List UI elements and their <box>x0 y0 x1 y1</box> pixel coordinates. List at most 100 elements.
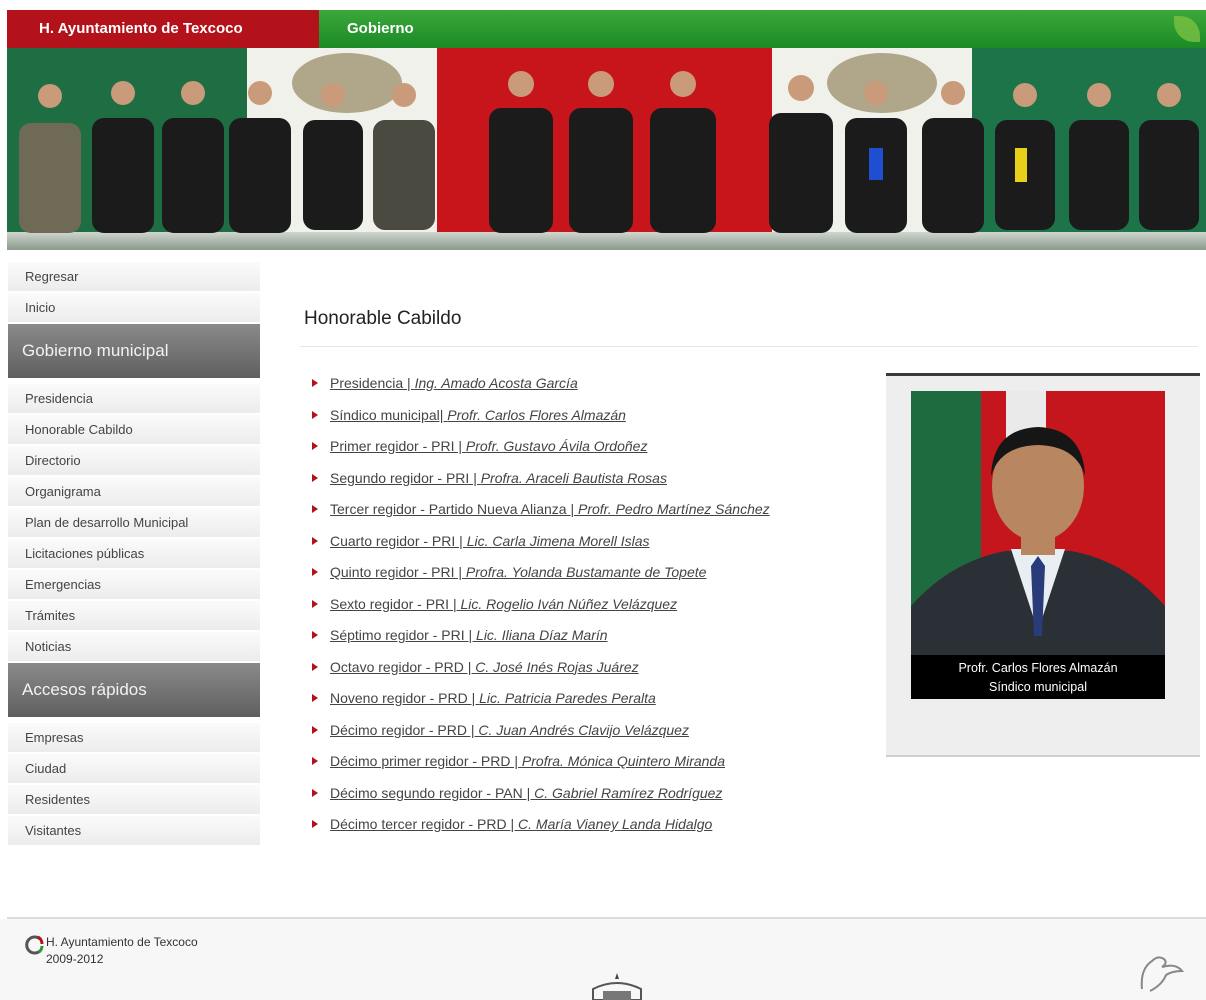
member-name: C. Gabriel Ramírez Rodríguez <box>534 784 723 801</box>
cabildo-member-link[interactable]: Séptimo regidor - PRI | Lic. Iliana Díaz… <box>330 627 608 643</box>
leaf-decoration <box>1174 16 1200 42</box>
bullet-arrow-icon <box>312 662 318 671</box>
member-name: C. José Inés Rojas Juárez <box>475 658 639 675</box>
sidebar-item-noticias[interactable]: Noticias <box>8 632 260 662</box>
member-role: Séptimo regidor - PRI | <box>330 627 477 643</box>
featured-photo-panel: Profr. Carlos Flores Almazán Síndico mun… <box>886 373 1200 757</box>
sidebar-item-visitantes[interactable]: Visitantes <box>8 816 260 846</box>
member-name: C. Juan Andrés Clavijo Velázquez <box>478 721 689 738</box>
title-divider <box>300 346 1198 347</box>
bullet-arrow-icon <box>312 410 318 419</box>
council-group-photo <box>7 48 1206 250</box>
member-role: Síndico municipal| <box>330 406 448 423</box>
sidebar-item-honorable-cabildo[interactable]: Honorable Cabildo <box>8 415 260 445</box>
cabildo-member-item: Tercer regidor - Partido Nueva Alianza |… <box>310 501 770 533</box>
cabildo-member-item: Décimo primer regidor - PRD | Profra. Mó… <box>310 753 770 785</box>
bullet-arrow-icon <box>312 631 318 639</box>
caption-name: Profr. Carlos Flores Almazán <box>958 661 1118 675</box>
cabildo-member-item: Décimo segundo regidor - PAN | C. Gabrie… <box>310 785 770 817</box>
sidebar-item-ciudad[interactable]: Ciudad <box>8 754 260 784</box>
cabildo-member-item: Síndico municipal| Profr. Carlos Flores … <box>310 407 770 439</box>
cabildo-member-link[interactable]: Sexto regidor - PRI | Lic. Rogelio Iván … <box>330 596 677 612</box>
sidebar-nav: Regresar Inicio Gobierno municipal Presi… <box>8 262 260 847</box>
cabildo-member-item: Sexto regidor - PRI | Lic. Rogelio Iván … <box>310 596 770 628</box>
member-name: C. María Vianey Landa Hidalgo <box>518 816 713 832</box>
bullet-arrow-icon <box>312 568 318 576</box>
bullet-arrow-icon <box>312 694 318 702</box>
cabildo-member-item: Décimo regidor - PRD | C. Juan Andrés Cl… <box>310 722 770 754</box>
sidebar-item-residentes[interactable]: Residentes <box>8 785 260 815</box>
top-bar: H. Ayuntamiento de Texcoco Gobierno <box>7 10 1206 48</box>
cabildo-member-item: Primer regidor - PRI | Profr. Gustavo Áv… <box>310 438 770 470</box>
footer-years: 2009-2012 <box>46 952 104 966</box>
sidebar-item-directorio[interactable]: Directorio <box>8 446 260 476</box>
sidebar-group-title-accesos: Accesos rápidos <box>8 663 260 717</box>
member-role: Presidencia | <box>330 375 415 391</box>
portrait-image <box>911 391 1165 699</box>
sidebar-item-inicio[interactable]: Inicio <box>8 293 260 323</box>
member-name: Profra. Mónica Quintero Miranda <box>521 753 725 769</box>
cabildo-member-link[interactable]: Segundo regidor - PRI | Profra. Araceli … <box>330 470 667 486</box>
site-title-link[interactable]: H. Ayuntamiento de Texcoco <box>7 10 319 48</box>
member-role: Tercer regidor - Partido Nueva Alianza | <box>330 501 578 517</box>
cabildo-member-item: Cuarto regidor - PRI | Lic. Carla Jimena… <box>310 533 770 565</box>
cabildo-member-link[interactable]: Octavo regidor - PRD | C. José Inés Roja… <box>330 659 639 675</box>
sidebar-group-title-gobierno: Gobierno municipal <box>8 324 260 378</box>
bullet-arrow-icon <box>312 473 318 482</box>
cabildo-member-item: Presidencia | Ing. Amado Acosta García <box>310 375 770 407</box>
sidebar-item-emergencias[interactable]: Emergencias <box>8 570 260 600</box>
cabildo-member-item: Octavo regidor - PRD | C. José Inés Roja… <box>310 659 770 691</box>
footer-org: H. Ayuntamiento de Texcoco <box>46 935 198 949</box>
cabildo-member-link[interactable]: Síndico municipal| Profr. Carlos Flores … <box>330 407 626 423</box>
cabildo-member-item: Quinto regidor - PRI | Profra. Yolanda B… <box>310 564 770 596</box>
bullet-arrow-icon <box>312 599 318 608</box>
portrait-caption: Profr. Carlos Flores Almazán Síndico mun… <box>911 655 1165 699</box>
member-name: Profr. Pedro Martínez Sánchez <box>577 501 770 517</box>
member-name: Lic. Rogelio Iván Núñez Velázquez <box>460 595 678 612</box>
member-role: Sexto regidor - PRI | <box>330 595 461 612</box>
sindico-portrait: Profr. Carlos Flores Almazán Síndico mun… <box>911 391 1165 699</box>
page-title: Honorable Cabildo <box>304 308 462 329</box>
member-role: Décimo tercer regidor - PRD | <box>330 816 519 832</box>
sidebar-item-organigrama[interactable]: Organigrama <box>8 477 260 507</box>
sidebar-item-plan-desarrollo[interactable]: Plan de desarrollo Municipal <box>8 508 260 538</box>
cabildo-member-link[interactable]: Primer regidor - PRI | Profr. Gustavo Áv… <box>330 438 647 454</box>
cabildo-member-link[interactable]: Cuarto regidor - PRI | Lic. Carla Jimena… <box>330 533 650 549</box>
member-name: Lic. Carla Jimena Morell Islas <box>466 532 650 549</box>
cabildo-member-link[interactable]: Quinto regidor - PRI | Profra. Yolanda B… <box>330 564 706 580</box>
section-title[interactable]: Gobierno <box>347 20 414 37</box>
member-name: Profr. Carlos Flores Almazán <box>447 406 626 423</box>
sidebar-item-licitaciones[interactable]: Licitaciones públicas <box>8 539 260 569</box>
sidebar-item-tramites[interactable]: Trámites <box>8 601 260 631</box>
cabildo-member-link[interactable]: Décimo tercer regidor - PRD | C. María V… <box>330 816 712 832</box>
bullet-arrow-icon <box>312 820 318 828</box>
bird-logo-icon <box>1140 956 1185 992</box>
member-role: Octavo regidor - PRD | <box>330 658 476 675</box>
cabildo-member-item: Décimo tercer regidor - PRD | C. María V… <box>310 816 770 848</box>
section-bar: Gobierno <box>319 10 1206 48</box>
footer-logo-icon <box>25 935 44 955</box>
cabildo-member-item: Noveno regidor - PRD | Lic. Patricia Par… <box>310 690 770 722</box>
cabildo-member-link[interactable]: Décimo segundo regidor - PAN | C. Gabrie… <box>330 785 722 801</box>
municipal-emblem-icon <box>592 973 642 1000</box>
cabildo-member-link[interactable]: Noveno regidor - PRD | Lic. Patricia Par… <box>330 690 656 706</box>
header-banner-photo <box>7 48 1206 250</box>
cabildo-member-link[interactable]: Décimo regidor - PRD | C. Juan Andrés Cl… <box>330 722 689 738</box>
member-name: Profra. Araceli Bautista Rosas <box>480 469 667 486</box>
cabildo-member-link[interactable]: Décimo primer regidor - PRD | Profra. Mó… <box>330 753 725 769</box>
bullet-arrow-icon <box>312 757 318 765</box>
footer-text: H. Ayuntamiento de Texcoco 2009-2012 <box>46 934 198 968</box>
cabildo-member-link[interactable]: Tercer regidor - Partido Nueva Alianza |… <box>330 501 770 517</box>
bullet-arrow-icon <box>312 442 318 450</box>
bullet-arrow-icon <box>312 379 318 387</box>
sidebar-item-empresas[interactable]: Empresas <box>8 723 260 753</box>
bullet-arrow-icon <box>312 788 318 797</box>
bullet-arrow-icon <box>312 505 318 513</box>
sidebar-item-regresar[interactable]: Regresar <box>8 262 260 292</box>
footer: H. Ayuntamiento de Texcoco 2009-2012 <box>0 919 1206 1000</box>
cabildo-member-item: Segundo regidor - PRI | Profra. Araceli … <box>310 470 770 502</box>
cabildo-member-link[interactable]: Presidencia | Ing. Amado Acosta García <box>330 375 578 391</box>
member-role: Décimo regidor - PRD | <box>330 721 479 738</box>
sidebar-item-presidencia[interactable]: Presidencia <box>8 384 260 414</box>
member-name: Lic. Patricia Paredes Peralta <box>479 690 656 706</box>
